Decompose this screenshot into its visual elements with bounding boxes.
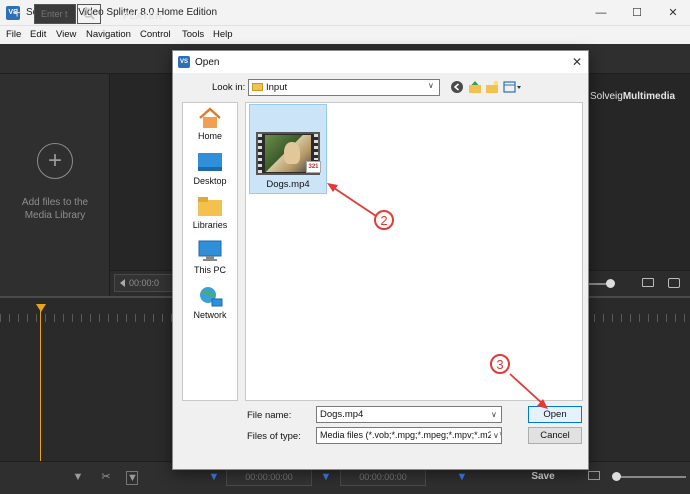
annotation-arrows [327, 183, 548, 409]
step-2-callout: 2 [374, 210, 394, 230]
step-3-callout: 3 [490, 354, 510, 374]
